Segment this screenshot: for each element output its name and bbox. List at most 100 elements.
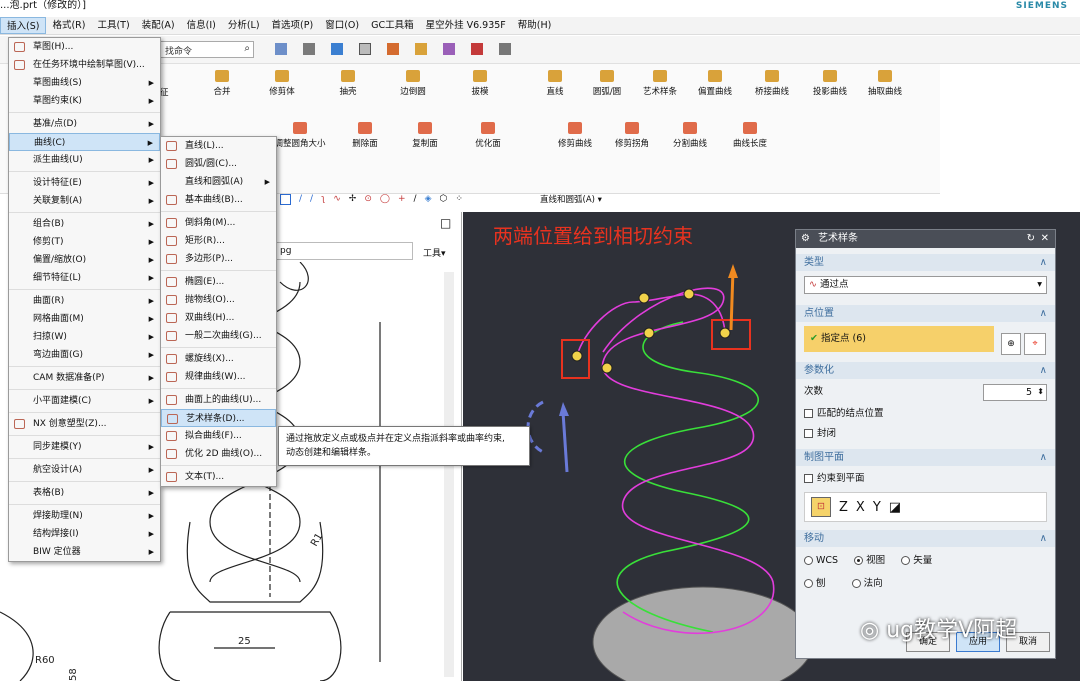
ribbon-btn-11[interactable]: 抽取曲线 — [855, 70, 915, 97]
custom-plane-icon[interactable]: ◪ — [889, 500, 901, 515]
spline-point-3[interactable] — [643, 327, 655, 339]
insert_menu-item-15[interactable]: 细节特征(L) ▶ — [9, 269, 160, 287]
ribbon-btn-6[interactable]: 圆弧/圆 — [577, 70, 637, 97]
menu-9[interactable]: 星空外挂 V6.935F — [420, 17, 512, 34]
snap-line2-icon[interactable]: / — [310, 194, 313, 204]
snap-line-icon[interactable]: / — [299, 194, 302, 204]
curve_menu-item-22[interactable]: 文本(T)... — [161, 468, 276, 486]
section-points[interactable]: 点位置 ∧ — [796, 305, 1055, 322]
spinner-icon[interactable]: ⬍ — [1037, 384, 1044, 399]
menu-0[interactable]: 插入(S) — [0, 17, 47, 34]
match-knots-checkbox[interactable] — [804, 409, 813, 418]
menu-6[interactable]: 首选项(P) — [266, 17, 320, 34]
degree-input[interactable]: 5 ⬍ — [983, 384, 1047, 401]
radio-vector[interactable] — [901, 556, 911, 565]
insert_menu-item-22[interactable]: CAM 数据准备(P) ▶ — [9, 369, 160, 387]
insert_menu-item-3[interactable]: 草图约束(K) ▶ — [9, 92, 160, 110]
drawing-close-icon[interactable]: □ — [440, 216, 451, 230]
menu-1[interactable]: 格式(R) — [46, 17, 91, 34]
curve_menu-item-20[interactable]: 优化 2D 曲线(O)... — [161, 445, 276, 463]
spline-point-1[interactable] — [571, 350, 583, 362]
search-box[interactable]: 找命令 ⌕ — [160, 41, 254, 58]
constrain-plane-checkbox[interactable] — [804, 474, 813, 483]
insert_menu-item-34[interactable]: 焊接助理(N) ▶ — [9, 507, 160, 525]
ribbon-btn-0[interactable]: 合并 — [192, 70, 252, 97]
drawing-scrollbar[interactable] — [444, 272, 454, 677]
snap-plus-icon[interactable]: + — [398, 194, 406, 204]
section-move[interactable]: 移动 ∧ — [796, 530, 1055, 547]
menu-3[interactable]: 装配(A) — [136, 17, 181, 34]
insert_menu-item-32[interactable]: 表格(B) ▶ — [9, 484, 160, 502]
snap-circle2-icon[interactable]: ◯ — [380, 194, 390, 204]
curve_menu-item-11[interactable]: 双曲线(H)... — [161, 309, 276, 327]
ribbon-btn2-5[interactable]: 修剪拐角 — [602, 122, 662, 149]
curve_menu-item-2[interactable]: 直线和圆弧(A) ▶ — [161, 173, 276, 191]
collapse-icon[interactable]: ∧ — [1040, 305, 1047, 322]
ribbon-btn2-0[interactable]: 调整圆角大小 — [270, 122, 330, 149]
section-type[interactable]: 类型 ∧ — [796, 254, 1055, 271]
closed-checkbox[interactable] — [804, 429, 813, 438]
insert_menu-item-20[interactable]: 弯边曲面(G) ▶ — [9, 346, 160, 364]
insert_menu-item-6[interactable]: 曲线(C) ▶ — [9, 133, 160, 151]
curve_menu-item-10[interactable]: 抛物线(O)... — [161, 291, 276, 309]
menu-5[interactable]: 分析(L) — [222, 17, 266, 34]
search-icon[interactable]: ⌕ — [244, 43, 250, 54]
ribbon-btn2-6[interactable]: 分割曲线 — [660, 122, 720, 149]
insert_menu-item-17[interactable]: 曲面(R) ▶ — [9, 292, 160, 310]
ribbon-btn-3[interactable]: 边倒圆 — [383, 70, 443, 97]
drawing-tools-button[interactable]: 工具▾ — [423, 246, 446, 259]
collapse-icon[interactable]: ∧ — [1040, 449, 1047, 466]
section-drawing-plane[interactable]: 制图平面 ∧ — [796, 449, 1055, 466]
curve_menu-item-15[interactable]: 规律曲线(W)... — [161, 368, 276, 386]
snap-mesh-icon[interactable]: ⬡ — [439, 194, 447, 204]
insert_menu-item-24[interactable]: 小平面建模(C) ▶ — [9, 392, 160, 410]
ribbon-row1-left[interactable]: 征 — [160, 86, 169, 98]
insert_menu-item-7[interactable]: 派生曲线(U) ▶ — [9, 151, 160, 169]
collapse-icon[interactable]: ∧ — [1040, 254, 1047, 271]
menu-2[interactable]: 工具(T) — [91, 17, 135, 34]
insert_menu-item-26[interactable]: NX 创意塑型(Z)... — [9, 415, 160, 433]
menu-8[interactable]: GC工具箱 — [365, 17, 420, 34]
ribbon-btn2-3[interactable]: 优化面 — [458, 122, 518, 149]
view-icon[interactable] — [415, 43, 427, 55]
insert_menu-item-36[interactable]: BIW 定位器 ▶ — [9, 543, 160, 561]
insert_menu-item-18[interactable]: 网格曲面(M) ▶ — [9, 310, 160, 328]
xc-plane-icon[interactable]: X — [856, 500, 865, 515]
ribbon-btn-1[interactable]: 修剪体 — [252, 70, 312, 97]
ribbon-btn2-7[interactable]: 曲线长度 — [720, 122, 780, 149]
insert_menu-item-30[interactable]: 航空设计(A) ▶ — [9, 461, 160, 479]
curve_menu-item-18[interactable]: 艺术样条(D)... — [161, 409, 276, 427]
snap-mode-dropdown[interactable]: 直线和圆弧(A) ▾ — [540, 193, 602, 205]
menu-10[interactable]: 帮助(H) — [512, 17, 558, 34]
color-box-icon[interactable] — [359, 43, 371, 55]
ribbon-btn-7[interactable]: 艺术样条 — [630, 70, 690, 97]
match-knots-row[interactable]: 匹配的结点位置 — [804, 405, 1047, 423]
snap-wave-icon[interactable]: ∿ — [333, 194, 341, 204]
collapse-icon[interactable]: ∧ — [1040, 530, 1047, 547]
cube-icon[interactable] — [331, 43, 343, 55]
reset-icon[interactable]: ↻ — [1027, 230, 1035, 248]
view-plane-icon[interactable]: ⊡ — [811, 497, 831, 517]
axis-icon[interactable] — [471, 43, 483, 55]
radio-view[interactable] — [854, 556, 864, 565]
snap-slash-icon[interactable]: / — [414, 194, 417, 204]
grid-icon[interactable] — [275, 43, 287, 55]
curve_menu-item-5[interactable]: 倒斜角(M)... — [161, 214, 276, 232]
snap-face-icon[interactable]: ◈ — [425, 194, 432, 204]
ribbon-btn-2[interactable]: 抽壳 — [318, 70, 378, 97]
spline-point-4[interactable] — [638, 292, 650, 304]
ribbon-btn2-1[interactable]: 删除面 — [335, 122, 395, 149]
close-icon[interactable]: ✕ — [1041, 230, 1049, 248]
insert_menu-item-35[interactable]: 结构焊接(I) ▶ — [9, 525, 160, 543]
snap-circle-icon[interactable]: ⊙ — [364, 194, 372, 204]
insert_menu-item-13[interactable]: 修剪(T) ▶ — [9, 233, 160, 251]
zc-plane-icon[interactable]: Z — [839, 500, 848, 515]
closed-row[interactable]: 封闭 — [804, 425, 1047, 443]
curve_menu-item-14[interactable]: 螺旋线(X)... — [161, 350, 276, 368]
dialog-titlebar[interactable]: ⚙ 艺术样条 ↻ ✕ — [796, 230, 1055, 248]
table-icon[interactable] — [499, 43, 511, 55]
insert_menu-item-19[interactable]: 扫掠(W) ▶ — [9, 328, 160, 346]
spline-point-5[interactable] — [683, 288, 695, 300]
specify-point-row[interactable]: ✔ 指定点 (6) — [804, 326, 994, 352]
snap-intersect-icon[interactable]: ✢ — [349, 194, 357, 204]
